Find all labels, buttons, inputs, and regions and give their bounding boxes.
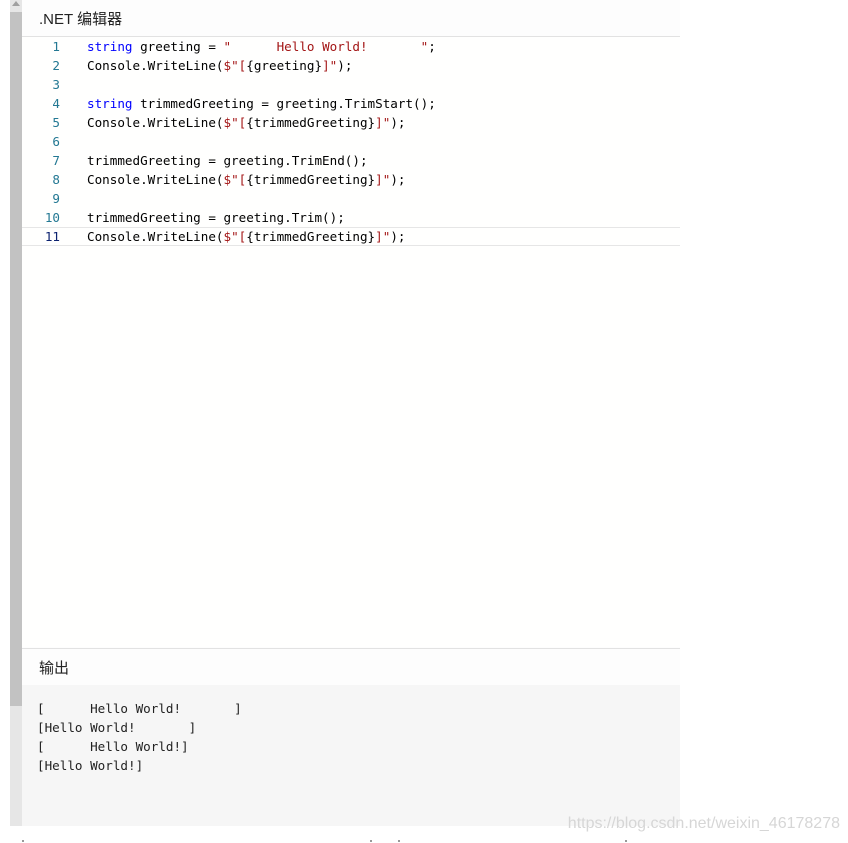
code-line[interactable]: 9 [22,189,680,208]
line-number: 2 [52,58,60,73]
code-keyword: string [87,39,133,54]
line-number: 6 [52,134,60,149]
code-line[interactable]: 5 Console.WriteLine($"[{trimmedGreeting}]… [22,113,680,132]
code-token: greeting = [132,39,224,54]
code-line[interactable]: 10 trimmedGreeting = greeting.Trim(); [22,208,680,227]
code-token: Console.WriteLine( [87,172,224,187]
output-title: 输出 [39,660,70,677]
code-token: ; [428,39,436,54]
output-panel: [ Hello World! ] [Hello World! ] [ Hello W… [22,685,680,826]
code-editor[interactable]: 1 string greeting = " Hello World! "; 2 Con… [22,37,680,647]
code-token: ); [390,172,406,187]
line-number: 5 [52,115,60,130]
stray-mark [625,840,627,842]
code-token: ); [390,115,406,130]
code-line[interactable]: 2 Console.WriteLine($"[{greeting}]"); [22,56,680,75]
code-text[interactable]: trimmedGreeting = greeting.TrimEnd(); [87,151,368,170]
code-token: trimmedGreeting = greeting.TrimStart(); [132,96,436,111]
code-text[interactable]: Console.WriteLine($"[{trimmedGreeting}]"… [87,170,405,189]
code-token: ); [337,58,353,73]
code-string: " Hello World! " [223,39,429,54]
code-line[interactable]: 7 trimmedGreeting = greeting.TrimEnd(); [22,151,680,170]
code-line[interactable]: 1 string greeting = " Hello World! "; [22,37,680,56]
code-text[interactable]: trimmedGreeting = greeting.Trim(); [87,208,345,227]
code-string: $"[ [223,229,247,244]
scrollbar-thumb[interactable] [10,12,22,706]
code-token: {trimmedGreeting} [246,115,376,130]
line-number: 1 [52,39,60,54]
code-text[interactable]: string trimmedGreeting = greeting.TrimSt… [87,94,436,113]
line-number: 8 [52,172,60,187]
code-token: Console.WriteLine( [87,115,224,130]
output-header: 输出 [22,648,680,686]
stray-mark [22,840,24,842]
code-string: $"[ [223,58,247,73]
line-number: 4 [52,96,60,111]
code-token: {trimmedGreeting} [246,172,376,187]
code-text[interactable]: Console.WriteLine($"[{greeting}]"); [87,56,352,75]
code-token: Console.WriteLine( [87,58,224,73]
editor-header: .NET 编辑器 [22,0,680,37]
code-token: {trimmedGreeting} [246,229,376,244]
code-string: ]" [375,229,391,244]
code-text[interactable]: Console.WriteLine($"[{trimmedGreeting}]"… [87,113,405,132]
line-number: 11 [44,229,60,244]
code-string: ]" [375,115,391,130]
code-line[interactable]: 6 [22,132,680,151]
code-string: ]" [322,58,338,73]
code-token: {greeting} [246,58,323,73]
code-line[interactable]: 8 Console.WriteLine($"[{trimmedGreeting}]… [22,170,680,189]
stray-mark [370,840,372,842]
output-line: [Hello World! ] [37,720,197,735]
editor-title: .NET 编辑器 [39,11,123,28]
code-text[interactable]: string greeting = " Hello World! "; [87,37,436,56]
stray-mark [398,840,400,842]
code-keyword: string [87,96,133,111]
code-string: $"[ [223,115,247,130]
code-token: trimmedGreeting = greeting.TrimEnd(); [87,153,368,168]
watermark: https://blog.csdn.net/weixin_46178278 [567,815,840,832]
output-line: [ Hello World! ] [37,701,242,716]
code-token: ); [390,229,406,244]
output-line: [Hello World!] [37,758,144,773]
line-number: 7 [52,153,60,168]
code-line[interactable]: 3 [22,75,680,94]
code-line[interactable]: 11 Console.WriteLine($"[{trimmedGreeting}… [22,227,680,246]
line-number: 3 [52,77,60,92]
code-token: trimmedGreeting = greeting.Trim(); [87,210,345,225]
code-token: Console.WriteLine( [87,229,224,244]
output-line: [ Hello World!] [37,739,189,754]
scroll-up-arrow-icon[interactable] [12,1,20,6]
code-string: $"[ [223,172,247,187]
line-number: 10 [44,210,60,225]
code-string: ]" [375,172,391,187]
line-number: 9 [52,191,60,206]
code-line[interactable]: 4 string trimmedGreeting = greeting.TrimS… [22,94,680,113]
code-text[interactable]: Console.WriteLine($"[{trimmedGreeting}]"… [87,228,405,245]
